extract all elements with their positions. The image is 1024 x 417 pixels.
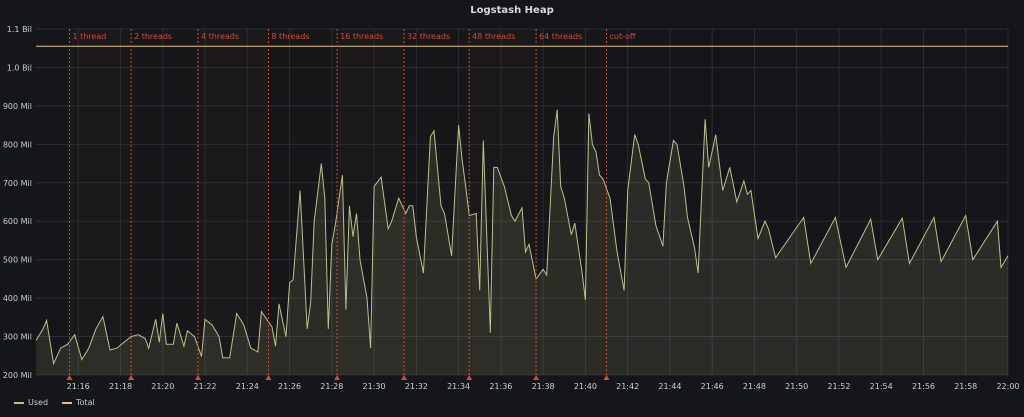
x-tick-label: 21:44 bbox=[658, 382, 681, 391]
x-tick-label: 21:52 bbox=[827, 382, 850, 391]
annotation-label: 64 threads bbox=[539, 32, 582, 41]
x-tick-label: 21:46 bbox=[701, 382, 724, 391]
y-tick-label: 400 Mil bbox=[3, 294, 32, 303]
x-tick-label: 21:48 bbox=[743, 382, 766, 391]
annotation-marker bbox=[195, 375, 201, 380]
y-tick-label: 500 Mil bbox=[3, 256, 32, 265]
legend: Used Total bbox=[14, 398, 95, 407]
annotation-marker bbox=[533, 375, 540, 380]
x-tick-label: 21:24 bbox=[236, 382, 259, 391]
annotation-region bbox=[131, 29, 198, 375]
annotation-label: 1 thread bbox=[72, 32, 106, 41]
legend-label-total: Total bbox=[76, 398, 95, 407]
annotation-label: 32 threads bbox=[407, 32, 450, 41]
heap-chart[interactable]: 200 Mil 300 Mil 400 Mil 500 Mil 600 Mil 700 M… bbox=[0, 0, 1024, 395]
annotation-label: 4 threads bbox=[201, 32, 239, 41]
x-tick-label: 21:32 bbox=[405, 382, 428, 391]
annotation-label: 48 threads bbox=[472, 32, 515, 41]
annotation-marker bbox=[401, 375, 408, 380]
x-tick-label: 21:56 bbox=[912, 382, 935, 391]
x-tick-label: 21:36 bbox=[489, 382, 512, 391]
annotation-marker bbox=[466, 375, 473, 380]
y-tick-label: 1.0 Bil bbox=[7, 63, 32, 72]
annotation-marker bbox=[334, 375, 341, 380]
x-tick-label: 21:38 bbox=[532, 382, 555, 391]
legend-label-used: Used bbox=[28, 398, 49, 407]
x-tick-label: 21:16 bbox=[67, 382, 90, 391]
annotation-marker bbox=[603, 375, 610, 380]
x-tick-label: 21:34 bbox=[447, 382, 470, 391]
legend-swatch-used bbox=[14, 401, 24, 404]
y-tick-label: 900 Mil bbox=[3, 102, 32, 111]
y-tick-label: 1.1 Bil bbox=[7, 25, 32, 34]
annotation-label: cut-off bbox=[610, 32, 637, 41]
x-tick-label: 22:00 bbox=[996, 382, 1019, 391]
x-tick-label: 21:42 bbox=[616, 382, 639, 391]
x-tick-label: 21:22 bbox=[194, 382, 217, 391]
x-tick-label: 21:54 bbox=[870, 382, 893, 391]
annotation-marker bbox=[265, 375, 272, 380]
x-tick-label: 21:20 bbox=[151, 382, 174, 391]
legend-item-total[interactable]: Total bbox=[62, 398, 95, 407]
x-tick-label: 21:18 bbox=[109, 382, 132, 391]
annotation-label: 16 threads bbox=[340, 32, 383, 41]
y-tick-label: 600 Mil bbox=[3, 217, 32, 226]
legend-item-used[interactable]: Used bbox=[14, 398, 48, 407]
x-tick-label: 21:28 bbox=[320, 382, 343, 391]
annotation-marker bbox=[128, 375, 135, 380]
x-tick-label: 21:40 bbox=[574, 382, 597, 391]
y-tick-label: 300 Mil bbox=[3, 333, 32, 342]
legend-swatch-total bbox=[62, 401, 73, 404]
x-tick-label: 21:58 bbox=[954, 382, 977, 391]
annotation-label: 8 threads bbox=[271, 32, 309, 41]
x-tick-label: 21:26 bbox=[278, 382, 301, 391]
x-tick-label: 21:30 bbox=[363, 382, 386, 391]
annotation-marker bbox=[66, 375, 73, 380]
y-tick-label: 800 Mil bbox=[3, 140, 32, 149]
annotation-label: 2 threads bbox=[134, 32, 172, 41]
x-tick-label: 21:50 bbox=[785, 382, 808, 391]
y-tick-label: 700 Mil bbox=[3, 179, 32, 188]
chart-panel: Logstash Heap 200 Mil 300 Mil 400 Mil 500 M… bbox=[0, 0, 1024, 417]
y-tick-label: 200 Mil bbox=[3, 371, 32, 380]
